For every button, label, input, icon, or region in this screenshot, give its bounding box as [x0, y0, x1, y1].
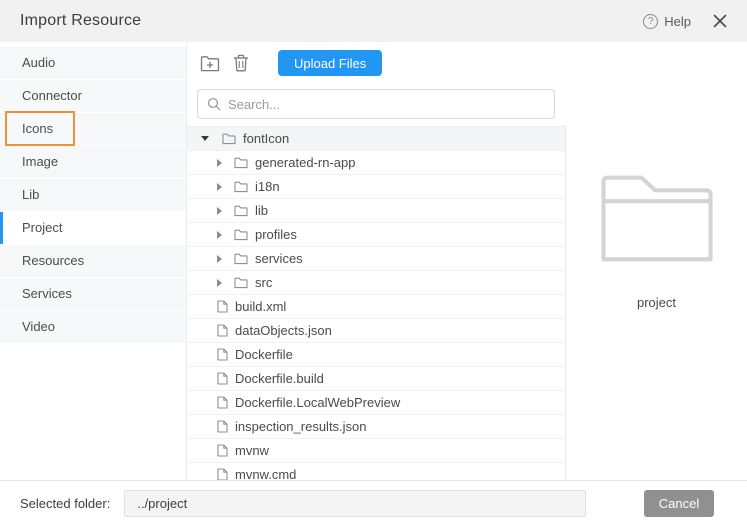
tree-folder-services[interactable]: services: [187, 247, 565, 271]
search-icon: [207, 97, 221, 111]
tree-folder-i18n[interactable]: i18n: [187, 175, 565, 199]
sidebar-item-image[interactable]: Image: [0, 146, 186, 178]
tree-file-Dockerfile[interactable]: Dockerfile: [187, 343, 565, 367]
upload-files-button[interactable]: Upload Files: [278, 50, 382, 76]
sidebar-item-connector[interactable]: Connector: [0, 80, 186, 112]
file-icon: [217, 300, 228, 313]
expand-arrow-icon[interactable]: [217, 207, 222, 215]
preview-panel: project: [566, 42, 747, 480]
tree-folder-fontIcon[interactable]: fontIcon: [187, 127, 565, 151]
tree-item-label: inspection_results.json: [235, 419, 367, 434]
tree-item-label: build.xml: [235, 299, 286, 314]
sidebar-item-label: Services: [22, 286, 72, 301]
import-resource-dialog: Import Resource ? Help Audio Connector Ico…: [0, 0, 747, 526]
help-button[interactable]: ? Help: [643, 14, 691, 29]
expand-arrow-icon[interactable]: [217, 279, 222, 287]
expand-arrow-icon[interactable]: [217, 159, 222, 167]
sidebar-item-services[interactable]: Services: [0, 278, 186, 310]
sidebar-item-resources[interactable]: Resources: [0, 245, 186, 277]
tree-item-label: mvnw: [235, 443, 269, 458]
file-icon: [217, 468, 228, 480]
tree-item-label: generated-rn-app: [255, 155, 355, 170]
sidebar-item-label: Icons: [22, 121, 53, 136]
tree-file-mvnw[interactable]: mvnw: [187, 439, 565, 463]
file-icon: [217, 324, 228, 337]
tree-file-Dockerfile.build[interactable]: Dockerfile.build: [187, 367, 565, 391]
delete-button[interactable]: [230, 52, 252, 74]
file-browser-panel: Upload Files fontIcon generated-rn-app i18…: [187, 42, 565, 480]
folder-icon: [234, 157, 248, 169]
sidebar-item-lib[interactable]: Lib: [0, 179, 186, 211]
sidebar-item-audio[interactable]: Audio: [0, 47, 186, 79]
sidebar-item-label: Resources: [22, 253, 84, 268]
folder-icon: [598, 172, 716, 269]
tree-file-mvnw.cmd[interactable]: mvnw.cmd: [187, 463, 565, 480]
tree-item-label: fontIcon: [243, 131, 289, 146]
file-icon: [217, 372, 228, 385]
file-icon: [217, 444, 228, 457]
cancel-button[interactable]: Cancel: [644, 490, 714, 517]
tree-file-build.xml[interactable]: build.xml: [187, 295, 565, 319]
preview-folder-name: project: [637, 295, 676, 310]
close-icon[interactable]: [713, 14, 727, 28]
tree-item-label: src: [255, 275, 272, 290]
sidebar-item-video[interactable]: Video: [0, 311, 186, 343]
sidebar-item-icons[interactable]: Icons: [0, 113, 186, 145]
tree-item-label: Dockerfile.LocalWebPreview: [235, 395, 400, 410]
sidebar-item-label: Lib: [22, 187, 39, 202]
tree-folder-generated-rn-app[interactable]: generated-rn-app: [187, 151, 565, 175]
sidebar-item-label: Image: [22, 154, 58, 169]
category-sidebar: Audio Connector Icons Image Lib Project Resour…: [0, 42, 186, 480]
selected-folder-label: Selected folder:: [20, 496, 110, 511]
collapse-arrow-icon[interactable]: [201, 136, 209, 141]
help-label: Help: [664, 14, 691, 29]
tree-item-label: Dockerfile: [235, 347, 293, 362]
sidebar-item-label: Audio: [22, 55, 55, 70]
file-toolbar: Upload Files: [187, 42, 565, 84]
folder-icon: [234, 229, 248, 241]
file-icon: [217, 396, 228, 409]
tree-file-dataObjects.json[interactable]: dataObjects.json: [187, 319, 565, 343]
search-box[interactable]: [197, 89, 555, 119]
tree-folder-lib[interactable]: lib: [187, 199, 565, 223]
tree-item-label: i18n: [255, 179, 280, 194]
file-icon: [217, 420, 228, 433]
file-icon: [217, 348, 228, 361]
trash-icon: [233, 54, 249, 72]
expand-arrow-icon[interactable]: [217, 183, 222, 191]
sidebar-item-project[interactable]: Project: [0, 212, 186, 244]
folder-plus-icon: [200, 55, 220, 72]
search-input[interactable]: [228, 97, 545, 112]
sidebar-item-label: Connector: [22, 88, 82, 103]
file-tree: fontIcon generated-rn-app i18n lib profiles s…: [187, 126, 565, 480]
folder-icon: [234, 253, 248, 265]
folder-icon: [234, 277, 248, 289]
folder-icon: [222, 133, 236, 145]
expand-arrow-icon[interactable]: [217, 231, 222, 239]
tree-file-inspection_results.json[interactable]: inspection_results.json: [187, 415, 565, 439]
help-question-icon: ?: [643, 14, 658, 29]
tree-item-label: services: [255, 251, 303, 266]
tree-folder-profiles[interactable]: profiles: [187, 223, 565, 247]
expand-arrow-icon[interactable]: [217, 255, 222, 263]
tree-item-label: profiles: [255, 227, 297, 242]
tree-folder-src[interactable]: src: [187, 271, 565, 295]
tree-file-Dockerfile.LocalWebPreview[interactable]: Dockerfile.LocalWebPreview: [187, 391, 565, 415]
tree-item-label: Dockerfile.build: [235, 371, 324, 386]
dialog-header: Import Resource ? Help: [0, 0, 747, 42]
tree-item-label: lib: [255, 203, 268, 218]
dialog-title: Import Resource: [20, 12, 141, 30]
dialog-footer: Selected folder: Cancel: [0, 480, 747, 526]
selected-folder-input[interactable]: [124, 490, 586, 517]
new-folder-button[interactable]: [199, 52, 221, 74]
tree-item-label: mvnw.cmd: [235, 467, 296, 480]
sidebar-item-label: Project: [22, 220, 62, 235]
folder-icon: [234, 205, 248, 217]
sidebar-item-label: Video: [22, 319, 55, 334]
tree-item-label: dataObjects.json: [235, 323, 332, 338]
folder-icon: [234, 181, 248, 193]
